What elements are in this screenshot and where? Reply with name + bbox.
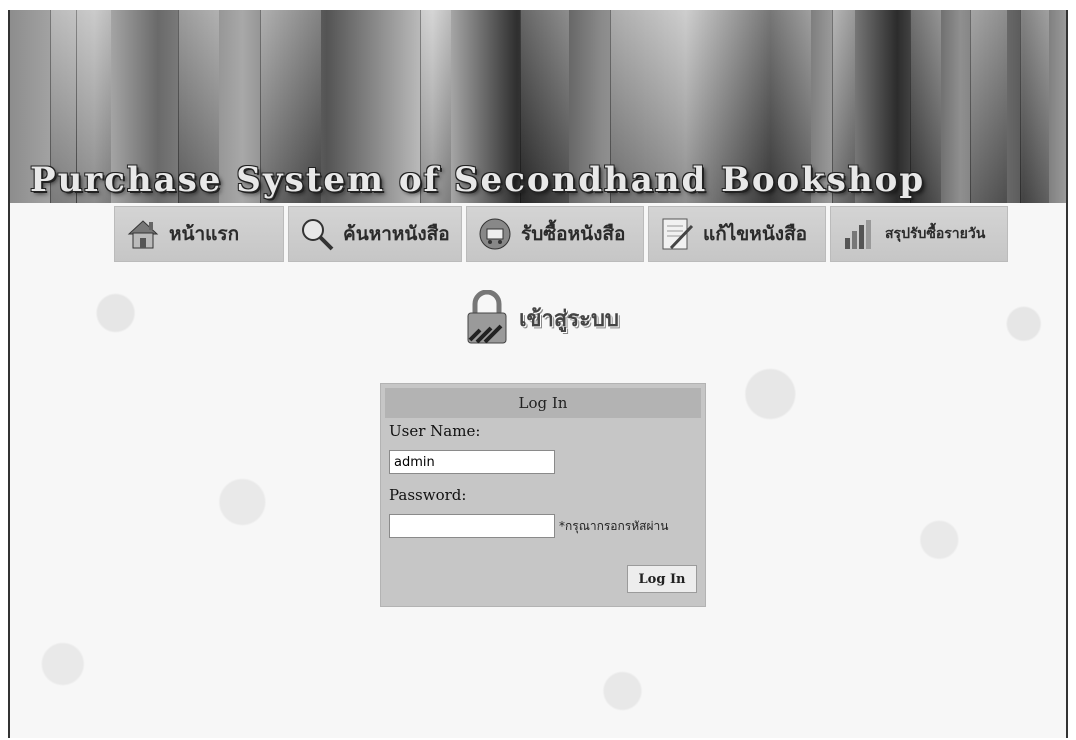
login-submit-button[interactable]: Log In	[627, 565, 697, 593]
nav-edit-books[interactable]: แก้ไขหนังสือ	[648, 206, 826, 262]
nav-buy-books-label: รับซื้อหนังสือ	[521, 223, 626, 245]
nav-edit-books-label: แก้ไขหนังสือ	[703, 223, 808, 245]
main-nav: หน้าแรก ค้นหาหนังสือ รับซื้อหนังสือ แก้ไ…	[114, 206, 1008, 262]
magnifier-icon	[302, 219, 334, 251]
nav-search-books-label: ค้นหาหนังสือ	[343, 223, 450, 245]
password-row: *กรุณากรอกรหัสผ่าน	[389, 514, 705, 538]
header-banner: Purchase System of Secondhand Bookshop	[10, 10, 1066, 203]
bar-chart-icon	[845, 220, 871, 249]
cart-icon	[479, 218, 511, 250]
password-label: Password:	[389, 486, 467, 504]
notepad-pencil-icon	[662, 218, 694, 250]
login-panel-title: Log In	[385, 388, 701, 418]
username-label: User Name:	[389, 422, 481, 440]
password-hint: *กรุณากรอกรหัสผ่าน	[559, 518, 669, 533]
house-icon	[127, 220, 159, 249]
nav-buy-books[interactable]: รับซื้อหนังสือ	[466, 206, 644, 262]
nav-daily-summary[interactable]: สรุปรับซื้อรายวัน	[830, 206, 1008, 262]
login-header: เข้าสู่ระบบ	[465, 290, 619, 346]
nav-home[interactable]: หน้าแรก	[114, 206, 284, 262]
username-input[interactable]	[389, 450, 555, 474]
site-title: Purchase System of Secondhand Bookshop	[30, 160, 926, 200]
page-frame: Purchase System of Secondhand Bookshop ห…	[8, 10, 1068, 738]
password-input[interactable]	[389, 514, 555, 538]
nav-search-books[interactable]: ค้นหาหนังสือ	[288, 206, 462, 262]
nav-home-label: หน้าแรก	[169, 223, 240, 245]
login-header-label: เข้าสู่ระบบ	[519, 306, 619, 332]
login-panel: Log In User Name: Password: *กรุณากรอกรห…	[380, 383, 706, 607]
nav-daily-summary-label: สรุปรับซื้อรายวัน	[885, 226, 986, 242]
padlock-icon	[467, 290, 507, 344]
